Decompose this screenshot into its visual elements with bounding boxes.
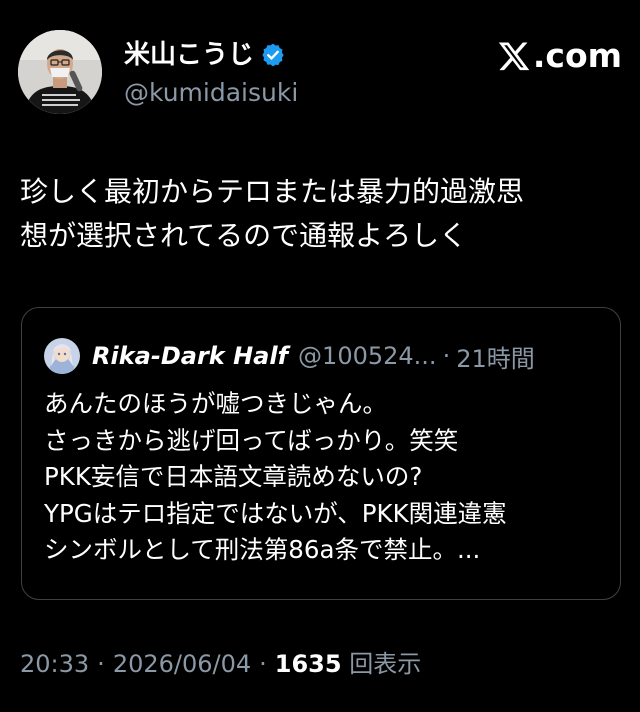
author-display-name[interactable]: 米山こうじ <box>124 40 254 70</box>
tweet-time[interactable]: 20:33 <box>20 650 89 678</box>
quoted-author-handle[interactable]: @100524... <box>298 342 437 370</box>
views-count[interactable]: 1635 <box>275 650 342 678</box>
author-handle[interactable]: @kumidaisuki <box>124 78 298 108</box>
x-logo-icon <box>497 39 531 73</box>
author-avatar-image <box>18 30 102 114</box>
quoted-timestamp[interactable]: 21時間 <box>456 339 535 374</box>
quoted-tweet-card[interactable]: Rika-Dark Half @100524... · 21時間 あんたのほうが… <box>21 307 621 600</box>
tweet-date[interactable]: 2026/06/04 <box>113 650 251 678</box>
quoted-author-name[interactable]: Rika-Dark Half <box>92 342 288 370</box>
verified-badge-icon <box>260 42 286 68</box>
views-label: 回表示 <box>349 650 422 678</box>
x-brand-logo: .com <box>497 36 622 76</box>
tweet-meta: 20:33 · 2026/06/04 · 1635 回表示 <box>20 648 421 680</box>
meta-separator: · <box>97 650 105 678</box>
author-name-row: 米山こうじ <box>124 40 286 70</box>
quoted-separator: · <box>442 342 451 370</box>
quoted-tweet-header: Rika-Dark Half @100524... · 21時間 <box>44 338 535 374</box>
tweet-header: 米山こうじ @kumidaisuki .com <box>18 30 622 114</box>
brand-domain-text: .com <box>532 36 622 75</box>
tweet-body-text: 珍しく最初からテロまたは暴力的過激思 想が選択されてるので通報よろしく <box>20 175 525 252</box>
quoted-tweet-text: あんたのほうが嘘つきじゃん。 さっきから逃げ回ってばっかり。笑笑 PKK妄信で日… <box>44 389 507 564</box>
meta-separator-2: · <box>259 650 267 678</box>
quoted-avatar-image <box>44 338 80 374</box>
author-avatar[interactable] <box>18 30 102 114</box>
quoted-author-avatar[interactable] <box>44 338 80 374</box>
